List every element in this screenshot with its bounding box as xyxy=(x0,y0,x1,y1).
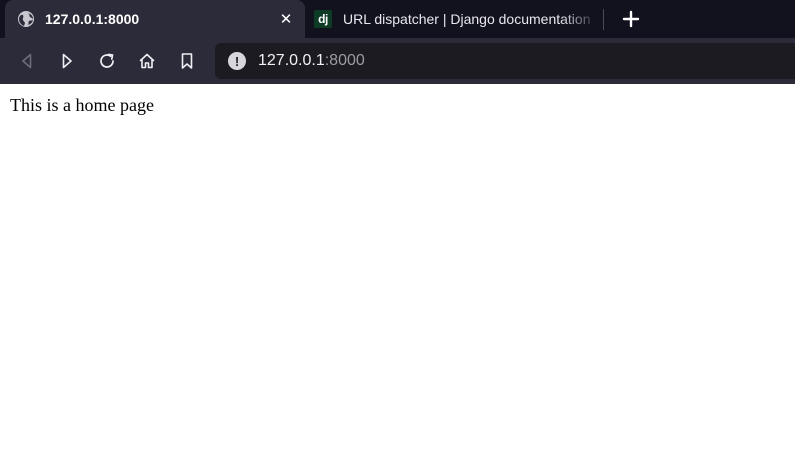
new-tab-button[interactable] xyxy=(619,7,643,31)
tab-title: URL dispatcher | Django documentation xyxy=(343,11,591,27)
reload-icon xyxy=(98,52,116,70)
globe-icon xyxy=(17,10,35,28)
forward-icon xyxy=(58,52,76,70)
tab-title: 127.0.0.1:8000 xyxy=(45,11,140,27)
back-icon xyxy=(18,52,36,70)
home-page-text: This is a home page xyxy=(10,95,154,115)
url-host: 127.0.0.1 xyxy=(258,52,325,69)
reload-button[interactable] xyxy=(95,49,119,73)
home-button[interactable] xyxy=(135,49,159,73)
url-text[interactable]: 127.0.0.1:8000 xyxy=(258,52,365,70)
site-info-icon[interactable]: ! xyxy=(228,52,246,70)
page-content: This is a home page xyxy=(0,84,795,467)
tab-localhost[interactable]: 127.0.0.1:8000 ✕ xyxy=(5,0,305,38)
back-button[interactable] xyxy=(15,49,39,73)
bookmark-icon xyxy=(178,52,196,70)
close-tab-button[interactable]: ✕ xyxy=(276,9,296,29)
tab-separator xyxy=(603,9,604,30)
forward-button[interactable] xyxy=(55,49,79,73)
tab-django-docs[interactable]: dj URL dispatcher | Django documentation xyxy=(305,0,603,38)
plus-icon xyxy=(622,10,640,28)
bookmark-button[interactable] xyxy=(175,49,199,73)
tab-bar: 127.0.0.1:8000 ✕ dj URL dispatcher | Dja… xyxy=(0,0,795,38)
nav-toolbar: ! 127.0.0.1:8000 xyxy=(0,38,795,84)
address-bar[interactable]: ! 127.0.0.1:8000 xyxy=(215,43,795,79)
django-favicon-icon: dj xyxy=(314,10,332,28)
home-icon xyxy=(138,52,156,70)
url-port: :8000 xyxy=(324,52,365,69)
